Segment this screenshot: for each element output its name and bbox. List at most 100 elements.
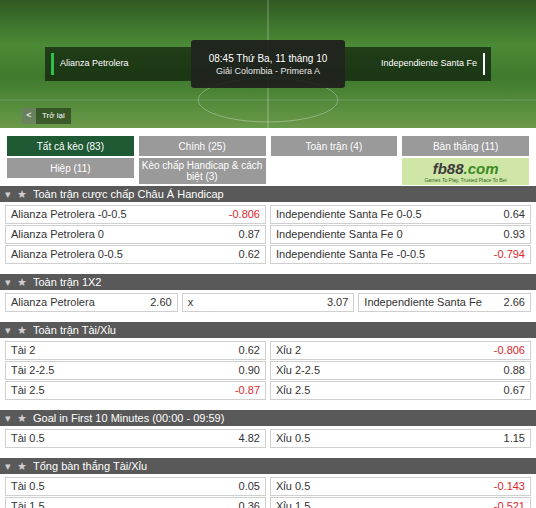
odds-cell[interactable]: Xỉu 0.5-0.143 [270,477,531,496]
section-rows: Tài 0.54.82Xỉu 0.51.15 [0,429,536,448]
odds-value: 0.88 [504,364,525,377]
odds-label: Tài 2 [11,344,35,357]
star-icon[interactable]: ★ [17,412,27,425]
odds-cell[interactable]: Tài 0.54.82 [5,429,266,448]
odds-value: 0.87 [239,228,260,241]
odds-label: Independiente Santa Fe 0 [276,228,403,241]
tab[interactable]: Tất cả kèo (83) [7,136,134,156]
home-marker [51,53,54,75]
odds-cell[interactable]: Alianza Petrolera 0-0.50.62 [5,245,266,264]
odds-cell[interactable]: Xỉu 2-2.50.88 [270,361,531,380]
odds-cell[interactable]: Alianza Petrolera -0-0.5 -0.806 [5,205,266,224]
section-header[interactable]: ▾ ★ Goal in First 10 Minutes (00:00 - 09:5… [0,410,536,426]
odds-row: Tài 2 0.62 Xỉu 2 -0.806 [5,341,531,360]
odds-value: 2.66 [504,296,525,309]
tab[interactable]: Kèo chấp Handicap & cách biệt (3) [139,158,266,184]
fb88-logo[interactable]: fb88.comGames To Play, Trusted Place To … [402,158,529,185]
star-icon[interactable]: ★ [17,460,27,473]
odds-cell[interactable]: Independiente Santa Fe 2.66 [358,293,531,312]
odds-row: Alianza Petrolera -0-0.5 -0.806 Independie… [5,205,531,224]
odds-value: 4.82 [239,432,260,445]
logo-tagline: Games To Play, Trusted Place To Bet [424,177,506,183]
odds-cell[interactable]: Alianza Petrolera2.60 [5,293,178,312]
odds-row: Alianza Petrolera 0-0.50.62Independiente… [5,245,531,264]
section-rows: Alianza Petrolera2.60x3.07Independiente … [0,293,536,312]
section-rows: Alianza Petrolera -0-0.5 -0.806 Independie… [0,205,536,264]
odds-label: Independiente Santa Fe 0-0.5 [276,208,422,221]
markets: ▾ ★ Toàn trận cược chấp Châu Á Handicap Ali… [0,186,536,508]
logo-text: fb88.com [433,161,499,177]
odds-value: -0.806 [229,208,260,221]
tab[interactable]: Bàn thắng (11) [402,136,529,156]
odds-value: 0.62 [239,344,260,357]
home-name: Alianza Petrolera [60,57,129,71]
odds-label: Independiente Santa Fe [364,296,481,309]
away-name: Independiente Santa Fe [381,57,477,71]
odds-value: 2.60 [150,296,171,309]
tab[interactable]: Toàn trận (4) [271,136,398,156]
odds-cell[interactable]: Alianza Petrolera 0 0.87 [5,225,266,244]
section-title: Goal in First 10 Minutes (00:00 - 09:59) [33,412,224,425]
odds-value: 0.67 [504,384,525,397]
odds-cell[interactable]: Tài 0.5 0.05 [5,477,266,496]
odds-value: 0.93 [504,228,525,241]
odds-value: -0.806 [494,344,525,357]
market-section: ▾ ★ Goal in First 10 Minutes (00:00 - 09:5… [0,410,536,448]
match-header: Alianza Petrolera 08:45 Thứ Ba, 11 tháng … [0,0,536,128]
odds-cell[interactable]: Tài 2-2.5 0.90 [5,361,266,380]
collapse-icon[interactable]: ▾ [5,188,11,201]
odds-label: Alianza Petrolera -0-0.5 [11,208,127,221]
odds-cell[interactable]: Xỉu 1.5 -0.521 [270,497,531,508]
collapse-icon[interactable]: ▾ [5,412,11,425]
collapse-icon[interactable]: ▾ [5,324,11,337]
section-header[interactable]: ▾★Tổng bàn thắng Tài/Xỉu [0,458,536,474]
collapse-icon[interactable]: ▾ [5,276,11,289]
odds-cell[interactable]: x3.07 [182,293,355,312]
odds-value: 0.05 [239,480,260,493]
odds-cell[interactable]: Xỉu 2.5 0.67 [270,381,531,400]
odds-cell[interactable]: Independiente Santa Fe 0-0.50.64 [270,205,531,224]
odds-label: Xỉu 0.5 [276,480,310,493]
odds-label: Alianza Petrolera 0 [11,228,104,241]
section-rows: Tài 0.5 0.05 Xỉu 0.5-0.143 Tài 1.50.36 Xỉu 1… [0,477,536,508]
odds-cell[interactable]: Independiente Santa Fe 0 0.93 [270,225,531,244]
section-rows: Tài 2 0.62 Xỉu 2 -0.806 Tài 2-2.5 0.90 Xỉu 2-2… [0,341,536,400]
tab[interactable]: Hiệp (11) [7,158,134,178]
back-icon: < [22,108,36,124]
odds-cell[interactable]: Independiente Santa Fe -0-0.5-0.794 [270,245,531,264]
odds-label: Xỉu 0.5 [276,432,310,445]
app: Alianza Petrolera 08:45 Thứ Ba, 11 tháng … [0,0,536,508]
odds-row: Tài 1.50.36 Xỉu 1.5 -0.521 [5,497,531,508]
star-icon[interactable]: ★ [17,188,27,201]
section-header[interactable]: ▾ ★ Toàn trận Tài/Xỉu [0,322,536,338]
odds-value: -0.87 [235,384,260,397]
odds-label: Xỉu 2 [276,344,301,357]
tab[interactable]: Chính (25) [139,136,266,156]
star-icon[interactable]: ★ [17,324,27,337]
away-team: Independiente Santa Fe [345,47,491,81]
home-team: Alianza Petrolera [45,47,191,81]
tabs: Tất cả kèo (83)Chính (25)Toàn trận (4)Bà… [0,128,536,185]
odds-label: Xỉu 1.5 [276,500,310,508]
odds-value: 0.90 [239,364,260,377]
odds-value: -0.794 [494,248,525,261]
odds-cell[interactable]: Tài 1.50.36 [5,497,266,508]
section-header[interactable]: ▾ ★ Toàn trận cược chấp Châu Á Handicap [0,186,536,202]
odds-cell[interactable]: Tài 2 0.62 [5,341,266,360]
odds-cell[interactable]: Tài 2.5-0.87 [5,381,266,400]
back-button[interactable]: <Trở lại [22,108,71,124]
section-title: Toàn trận cược chấp Châu Á Handicap [33,188,224,201]
star-icon[interactable]: ★ [17,276,27,289]
odds-label: Tài 2-2.5 [11,364,54,377]
collapse-icon[interactable]: ▾ [5,460,11,473]
league-name: Giải Colombia - Primera A [216,65,320,77]
odds-value: 0.36 [239,500,260,508]
odds-cell[interactable]: Xỉu 2 -0.806 [270,341,531,360]
odds-value: -0.521 [494,500,525,508]
section-title: Toàn trận Tài/Xỉu [33,324,116,337]
section-header[interactable]: ▾★Toàn trận 1X2 [0,274,536,290]
odds-label: Xỉu 2.5 [276,384,310,397]
match-info: 08:45 Thứ Ba, 11 tháng 10Giải Colombia -… [191,40,345,88]
odds-cell[interactable]: Xỉu 0.51.15 [270,429,531,448]
odds-label: Tài 0.5 [11,480,45,493]
